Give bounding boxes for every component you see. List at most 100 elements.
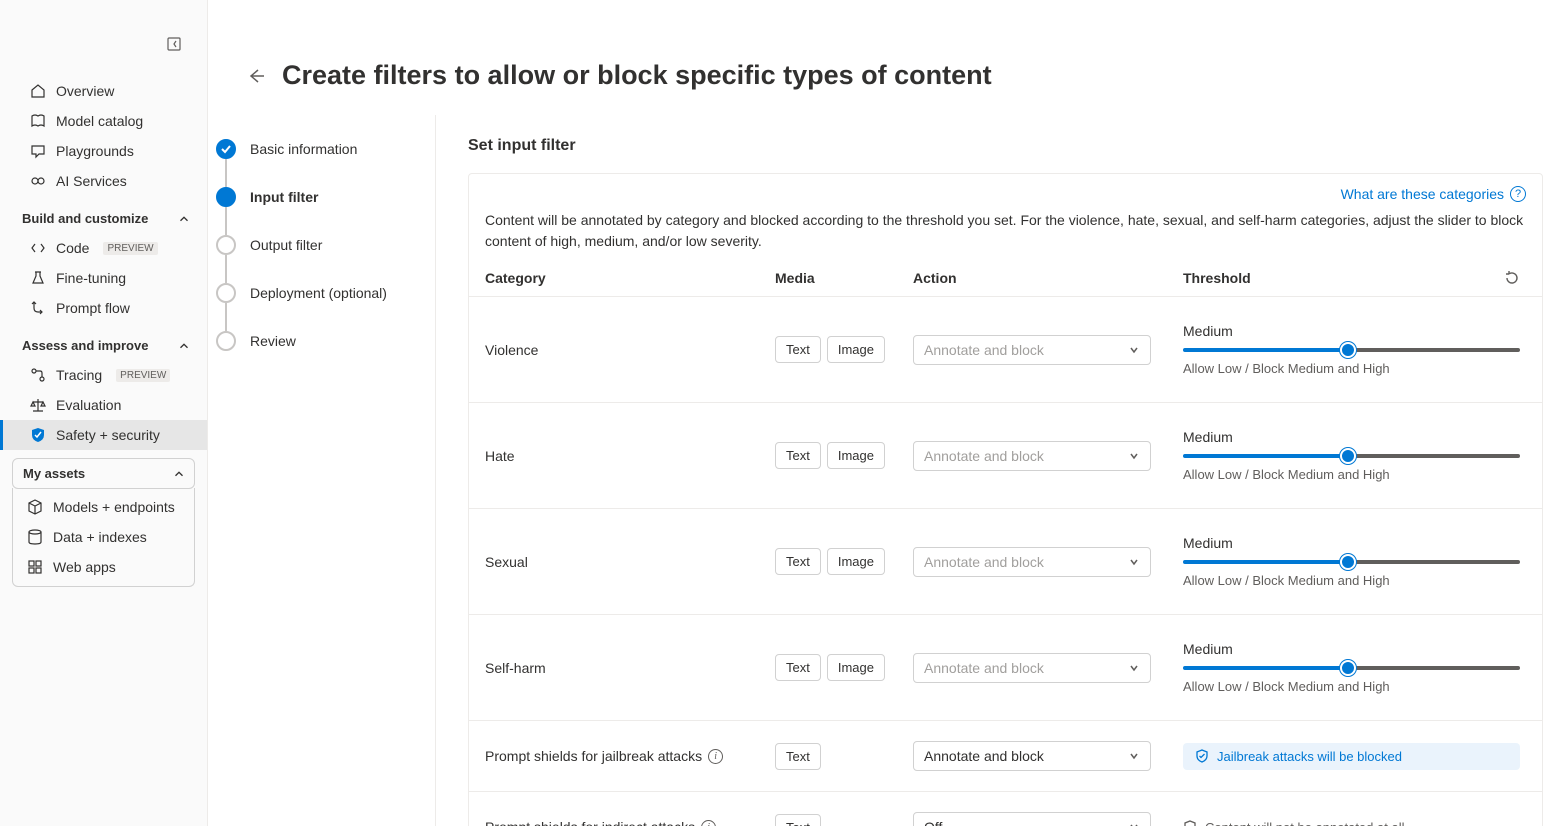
threshold-slider[interactable] [1183, 449, 1520, 463]
step-label: Review [250, 333, 296, 349]
media-text-button[interactable]: Text [775, 336, 821, 363]
page-header: Create filters to allow or block specifi… [208, 0, 1543, 115]
nav-label: Model catalog [56, 113, 143, 129]
chevron-up-icon [172, 467, 186, 481]
action-select[interactable]: Annotate and block [913, 741, 1151, 771]
nav-evaluation[interactable]: Evaluation [0, 390, 207, 420]
reset-thresholds-button[interactable] [1504, 270, 1520, 286]
nav-label: Code [56, 240, 89, 256]
step-input-filter[interactable]: Input filter [216, 187, 423, 207]
filter-card: What are these categories ? Content will… [468, 173, 1543, 826]
chevron-down-icon [1128, 821, 1140, 826]
action-select[interactable]: Annotate and block [913, 547, 1151, 577]
shield-icon [30, 427, 46, 443]
nav-prompt-flow[interactable]: Prompt flow [0, 293, 207, 323]
categories-help-link[interactable]: What are these categories [1341, 186, 1504, 202]
media-text-button[interactable]: Text [775, 814, 821, 826]
shield-row: Prompt shields for indirect attacks i Te… [469, 792, 1542, 826]
threshold-slider[interactable] [1183, 661, 1520, 675]
media-text-button[interactable]: Text [775, 442, 821, 469]
nav-label: Data + indexes [53, 529, 147, 545]
nav-label: AI Services [56, 173, 127, 189]
category-label: Hate [485, 448, 775, 464]
nav-models-endpoints[interactable]: Models + endpoints [13, 492, 194, 522]
nav-safety-security[interactable]: Safety + security [0, 420, 207, 450]
chat-icon [30, 143, 46, 159]
chevron-up-icon [177, 339, 191, 353]
action-select[interactable]: Annotate and block [913, 653, 1151, 683]
nav-ai-services[interactable]: AI Services [0, 166, 207, 196]
home-icon [30, 83, 46, 99]
action-select[interactable]: Annotate and block [913, 441, 1151, 471]
nav-label: Overview [56, 83, 114, 99]
shield-row: Prompt shields for jailbreak attacks i T… [469, 721, 1542, 792]
filter-row: Hate Text Image Annotate and block Mediu… [469, 403, 1542, 509]
nav-web-apps[interactable]: Web apps [13, 552, 194, 582]
media-text-button[interactable]: Text [775, 743, 821, 770]
book-icon [30, 113, 46, 129]
shield-check-icon [1195, 749, 1209, 763]
section-build-customize[interactable]: Build and customize [0, 204, 207, 233]
media-image-button[interactable]: Image [827, 548, 885, 575]
nav-fine-tuning[interactable]: Fine-tuning [0, 263, 207, 293]
media-image-button[interactable]: Image [827, 336, 885, 363]
info-icon[interactable]: i [708, 749, 723, 764]
nav-label: Playgrounds [56, 143, 134, 159]
category-label: Prompt shields for indirect attacks i [485, 819, 775, 826]
section-assess-improve[interactable]: Assess and improve [0, 331, 207, 360]
flow-icon [30, 300, 46, 316]
main-content: Create filters to allow or block specifi… [208, 0, 1543, 826]
section-title: Set input filter [468, 137, 1543, 155]
media-text-button[interactable]: Text [775, 548, 821, 575]
category-label: Violence [485, 342, 775, 358]
section-title: Build and customize [22, 211, 148, 226]
threshold-description: Allow Low / Block Medium and High [1183, 573, 1520, 588]
info-icon[interactable]: i [701, 820, 716, 826]
threshold-description: Allow Low / Block Medium and High [1183, 467, 1520, 482]
assets-group: Models + endpoints Data + indexes Web ap… [12, 488, 195, 587]
apps-icon [27, 559, 43, 575]
action-select[interactable]: Annotate and block [913, 335, 1151, 365]
header-media: Media [775, 270, 913, 286]
database-icon [27, 529, 43, 545]
section-my-assets[interactable]: My assets [12, 458, 195, 489]
form-area: Set input filter What are these categori… [436, 115, 1543, 826]
media-text-button[interactable]: Text [775, 654, 821, 681]
header-threshold: Threshold [1183, 270, 1251, 286]
step-label: Basic information [250, 141, 357, 157]
threshold-slider[interactable] [1183, 343, 1520, 357]
step-deployment[interactable]: Deployment (optional) [216, 283, 423, 303]
nav-model-catalog[interactable]: Model catalog [0, 106, 207, 136]
nav-playgrounds[interactable]: Playgrounds [0, 136, 207, 166]
back-button[interactable] [246, 66, 266, 86]
preview-badge: PREVIEW [116, 369, 170, 382]
flask-icon [30, 270, 46, 286]
chevron-up-icon [177, 212, 191, 226]
filter-row: Self-harm Text Image Annotate and block … [469, 615, 1542, 721]
action-select[interactable]: Off [913, 812, 1151, 826]
nav-tracing[interactable]: Tracing PREVIEW [0, 360, 207, 390]
nav-overview[interactable]: Overview [0, 76, 207, 106]
step-basic-information[interactable]: Basic information [216, 139, 423, 159]
collapse-sidebar-button[interactable] [167, 36, 183, 52]
step-review[interactable]: Review [216, 331, 423, 351]
nav-code[interactable]: Code PREVIEW [0, 233, 207, 263]
step-output-filter[interactable]: Output filter [216, 235, 423, 255]
trace-icon [30, 367, 46, 383]
nav-label: Safety + security [56, 427, 160, 443]
nav-label: Tracing [56, 367, 102, 383]
sidebar: Overview Model catalog Playgrounds AI Se… [0, 0, 208, 826]
media-image-button[interactable]: Image [827, 654, 885, 681]
category-label: Self-harm [485, 660, 775, 676]
preview-badge: PREVIEW [103, 242, 157, 255]
shield-icon [1183, 820, 1197, 826]
status-badge: Jailbreak attacks will be blocked [1183, 743, 1520, 770]
nav-data-indexes[interactable]: Data + indexes [13, 522, 194, 552]
nav-label: Web apps [53, 559, 116, 575]
media-image-button[interactable]: Image [827, 442, 885, 469]
help-icon[interactable]: ? [1510, 186, 1526, 202]
header-action: Action [913, 270, 1183, 286]
threshold-slider[interactable] [1183, 555, 1520, 569]
table-header: Category Media Action Threshold [469, 270, 1542, 297]
step-label: Input filter [250, 189, 318, 205]
